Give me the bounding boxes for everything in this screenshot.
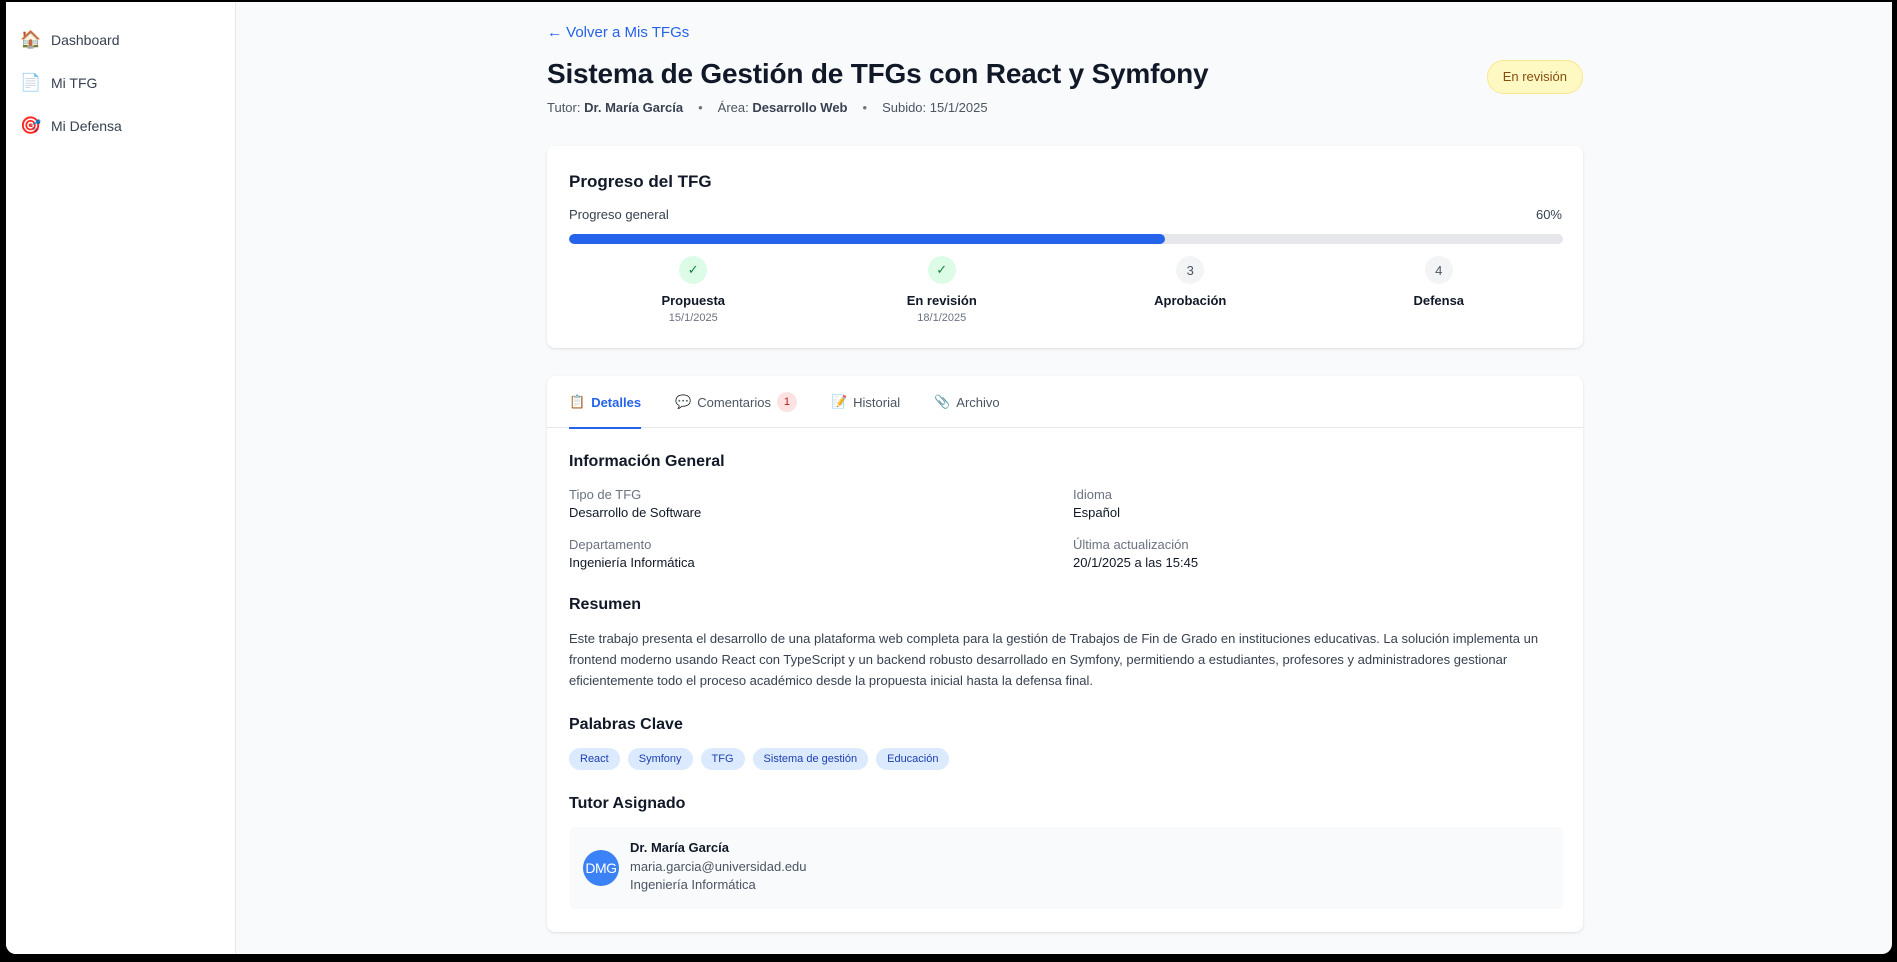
- app-window: 🏠 Dashboard 📄 Mi TFG 🎯 Mi Defensa ← Volv…: [6, 2, 1892, 954]
- step-propuesta: ✓ Propuesta 15/1/2025: [569, 256, 818, 324]
- uploaded-meta: Subido: 15/1/2025: [882, 100, 988, 115]
- departamento-value: Ingeniería Informática: [569, 555, 695, 570]
- sidebar-item-label: Mi TFG: [51, 74, 98, 91]
- sidebar-item-dashboard[interactable]: 🏠 Dashboard: [6, 18, 235, 61]
- keywords-list: React Symfony TFG Sistema de gestión Edu…: [569, 748, 950, 770]
- tutor-email: maria.garcia@universidad.edu: [630, 859, 807, 874]
- meta-separator: •: [698, 100, 703, 115]
- meta-line: Tutor: Dr. María García • Área: Desarrol…: [547, 100, 988, 115]
- tab-bar: 📋 Detalles 💬 Comentarios 1 📝 Historial 📎…: [547, 376, 1583, 429]
- sidebar-item-label: Mi Defensa: [51, 117, 122, 134]
- keyword-tag: Symfony: [627, 748, 693, 770]
- sidebar-item-label: Dashboard: [51, 31, 120, 48]
- tab-label: Detalles: [591, 394, 642, 410]
- page-title: Sistema de Gestión de TFGs con React y S…: [547, 58, 1209, 89]
- check-icon: ✓: [927, 256, 956, 284]
- sidebar: 🏠 Dashboard 📄 Mi TFG 🎯 Mi Defensa: [6, 2, 236, 954]
- progress-percent: 60%: [1535, 207, 1562, 222]
- progress-label: Progreso general: [569, 207, 669, 222]
- keyword-tag: TFG: [700, 748, 745, 770]
- paperclip-icon: 📎: [934, 394, 951, 410]
- keyword-tag: Sistema de gestión: [752, 748, 869, 770]
- tutor-title: Tutor Asignado: [569, 795, 686, 812]
- area-meta-value: Desarrollo Web: [752, 100, 848, 115]
- sidebar-nav: 🏠 Dashboard 📄 Mi TFG 🎯 Mi Defensa: [6, 2, 235, 147]
- actualizacion-label: Última actualización: [1073, 537, 1189, 552]
- area-meta-label: Área:: [717, 100, 749, 115]
- document-icon: 📄: [20, 72, 42, 93]
- check-icon: ✓: [679, 256, 708, 284]
- tutor-meta-label: Tutor:: [547, 100, 581, 115]
- step-number: 4: [1424, 256, 1453, 284]
- keywords-title: Palabras Clave: [569, 716, 683, 733]
- progress-bar: [569, 234, 1563, 244]
- tab-comentarios[interactable]: 💬 Comentarios 1: [675, 376, 797, 428]
- step-aprobacion: 3 Aprobación: [1066, 256, 1315, 324]
- step-en-revision: ✓ En revisión 18/1/2025: [818, 256, 1067, 324]
- step-name: Propuesta: [661, 293, 726, 308]
- general-info-title: Información General: [569, 453, 725, 470]
- memo-icon: 📝: [830, 394, 848, 410]
- comments-count-badge: 1: [776, 392, 797, 412]
- step-number: 3: [1176, 256, 1205, 284]
- tab-label: Historial: [853, 394, 901, 410]
- sidebar-item-mi-defensa[interactable]: 🎯 Mi Defensa: [6, 104, 235, 147]
- step-name: Defensa: [1413, 293, 1465, 308]
- avatar: DMG: [583, 850, 619, 886]
- clipboard-icon: 📋: [569, 394, 586, 410]
- tipo-label: Tipo de TFG: [569, 487, 642, 502]
- tab-historial[interactable]: 📝 Historial: [831, 376, 900, 428]
- tutor-name: Dr. María García: [630, 840, 729, 855]
- progress-bar-fill: [569, 234, 1166, 244]
- idioma-value: Español: [1073, 505, 1120, 520]
- meta-separator: •: [862, 100, 868, 115]
- sidebar-item-mi-tfg[interactable]: 📄 Mi TFG: [6, 61, 235, 104]
- idioma-label: Idioma: [1073, 487, 1113, 502]
- keyword-tag: Educación: [876, 748, 950, 770]
- tab-label: Comentarios: [697, 394, 771, 410]
- resumen-title: Resumen: [569, 596, 642, 613]
- tutor-card: DMG Dr. María García maria.garcia@univer…: [569, 827, 1563, 909]
- keyword-tag: React: [569, 748, 620, 770]
- step-defensa: 4 Defensa: [1315, 256, 1564, 324]
- progress-steps: ✓ Propuesta 15/1/2025 ✓ En revisión 18/1…: [569, 256, 1563, 324]
- tipo-value: Desarrollo de Software: [569, 505, 702, 520]
- progress-title: Progreso del TFG: [569, 172, 712, 191]
- tab-detalles[interactable]: 📋 Detalles: [569, 376, 642, 429]
- tutor-meta-value: Dr. María García: [584, 100, 684, 115]
- back-link[interactable]: ← Volver a Mis TFGs: [547, 24, 689, 41]
- tab-archivo[interactable]: 📎 Archivo: [934, 376, 1000, 428]
- step-date: 18/1/2025: [917, 312, 967, 324]
- step-date: 15/1/2025: [668, 312, 718, 324]
- tutor-department: Ingeniería Informática: [630, 877, 756, 892]
- status-badge: En revisión: [1486, 60, 1583, 94]
- resumen-text: Este trabajo presenta el desarrollo de u…: [569, 631, 1539, 688]
- details-card: 📋 Detalles 💬 Comentarios 1 📝 Historial 📎…: [547, 376, 1583, 932]
- progress-card: Progreso del TFG Progreso general 60% ✓ …: [547, 146, 1583, 348]
- departamento-label: Departamento: [569, 537, 652, 552]
- tab-label: Archivo: [956, 394, 1000, 410]
- step-name: Aprobación: [1154, 293, 1227, 308]
- speech-bubble-icon: 💬: [675, 394, 692, 410]
- step-name: En revisión: [906, 293, 977, 308]
- target-icon: 🎯: [20, 115, 42, 136]
- house-icon: 🏠: [20, 29, 42, 50]
- actualizacion-value: 20/1/2025 a las 15:45: [1073, 555, 1199, 570]
